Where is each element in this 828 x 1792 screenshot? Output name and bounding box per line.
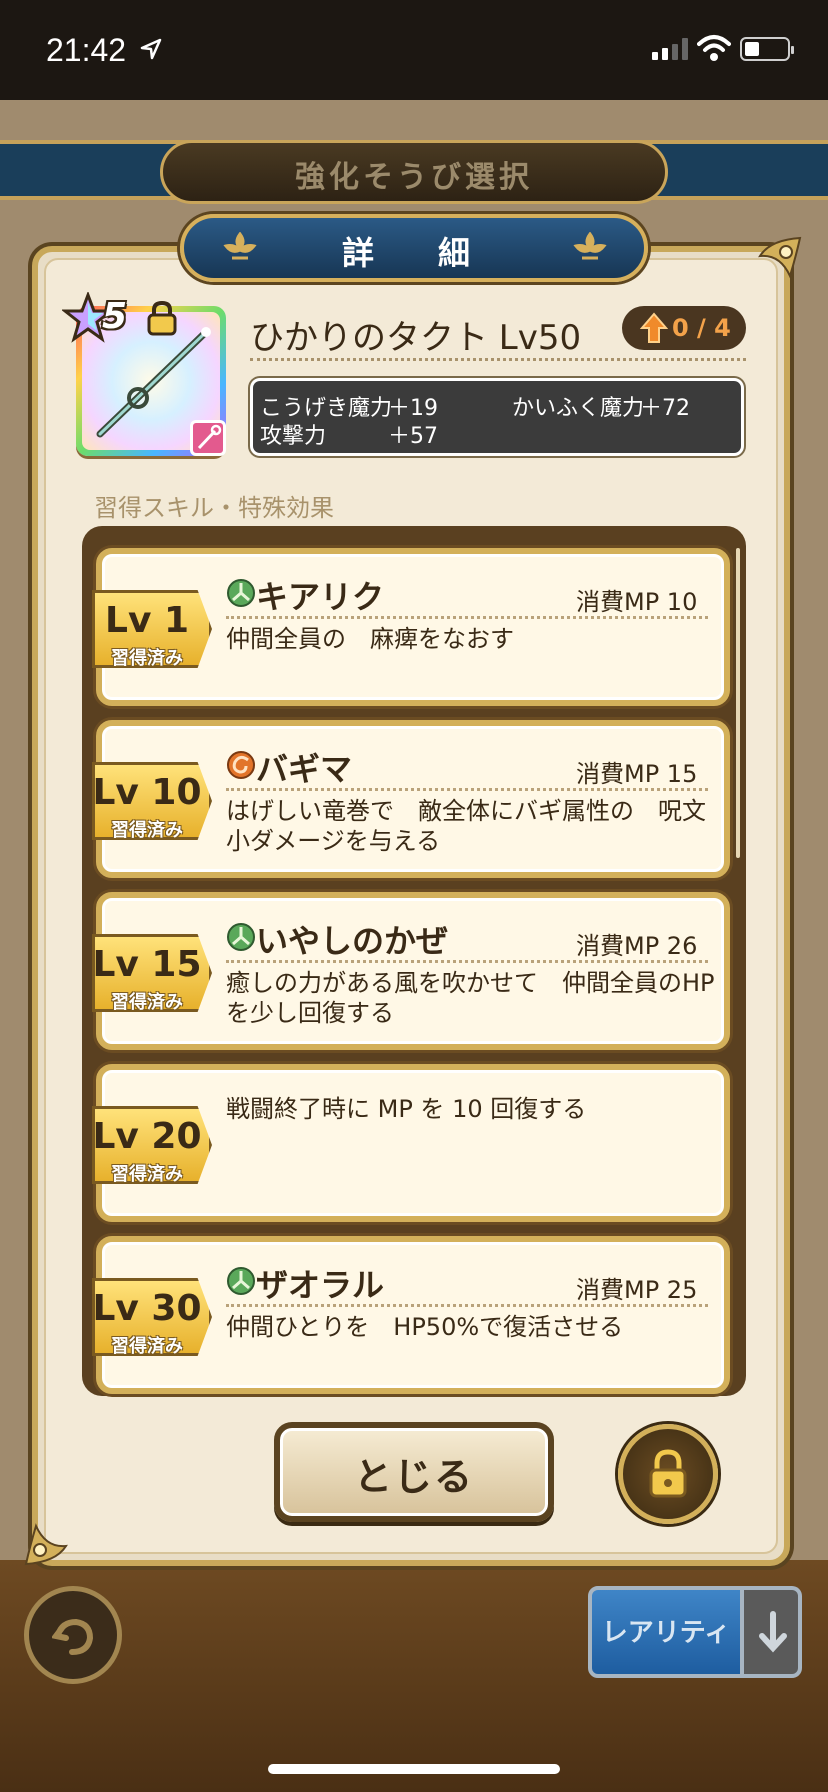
- divider: [226, 960, 708, 963]
- skill-description: 戦闘終了時に MP を 10 回復する: [226, 1095, 587, 1123]
- green-heal-icon: [227, 923, 255, 951]
- skill-level: Lv 20: [92, 1116, 202, 1157]
- section-label: 習得スキル・特殊効果: [94, 494, 334, 522]
- divider: [226, 616, 708, 619]
- skill-description: はげしい竜巻で 敵全体にバギ属性の 呪文小ダメージを与える: [226, 797, 706, 855]
- learned-label: 習得済み: [111, 1164, 183, 1185]
- skill-mp-cost: 消費MP 26: [576, 932, 698, 960]
- padlock-icon: [147, 300, 177, 336]
- green-heal-icon: [227, 1267, 255, 1295]
- staff-type-icon: [197, 424, 222, 450]
- divider: [250, 358, 746, 361]
- stat-label: かいふく魔力: [512, 396, 645, 421]
- dialog-title: 詳 細: [341, 234, 486, 272]
- learned-label: 習得済み: [111, 992, 183, 1013]
- skill-level: Lv 15: [92, 944, 202, 985]
- weapon-type-badge: [190, 420, 226, 456]
- learned-label: 習得済み: [111, 648, 183, 669]
- skill-name: キアリク: [256, 578, 385, 616]
- background-title: 強化そうび選択: [295, 160, 533, 195]
- learned-label: 習得済み: [111, 1336, 183, 1357]
- battery-icon: [740, 37, 794, 61]
- skill-name: ザオラル: [256, 1266, 385, 1304]
- stat-value: ＋72: [640, 396, 690, 421]
- corner-ornament-icon: [24, 1523, 68, 1566]
- stat-value: ＋57: [388, 424, 438, 449]
- skill-description: 仲間ひとりを HP50%で復活させる: [226, 1313, 624, 1341]
- return-arrow-icon: [52, 1618, 94, 1655]
- learned-label: 習得済み: [111, 820, 183, 841]
- cellular-signal-icon: [652, 38, 688, 60]
- green-heal-icon: [227, 579, 255, 607]
- rarity-sort-label: レアリティ: [601, 1618, 731, 1648]
- wind-spell-icon: [227, 751, 255, 779]
- status-time: 21:42: [46, 32, 127, 68]
- skill-level: Lv 1: [105, 600, 189, 641]
- divider: [226, 1304, 708, 1307]
- skill-mp-cost: 消費MP 15: [576, 760, 698, 788]
- location-arrow-icon: [140, 38, 162, 60]
- skill-mp-cost: 消費MP 10: [576, 588, 698, 616]
- skill-name: バギマ: [256, 750, 353, 788]
- skill-description: 癒しの力がある風を吹かせて 仲間全員のHPを少し回復する: [226, 969, 715, 1027]
- item-name: ひかりのタクト Lv50: [250, 318, 582, 358]
- corner-ornament-icon: [758, 236, 802, 279]
- padlock-icon: [649, 1449, 687, 1498]
- divider: [226, 788, 708, 791]
- skill-level: Lv 30: [92, 1288, 202, 1329]
- skill-level: Lv 10: [92, 772, 202, 813]
- skill-description: 仲間全員の 麻痺をなおす: [226, 625, 514, 653]
- scrollbar[interactable]: [736, 548, 740, 858]
- arrow-down-icon: [759, 1611, 787, 1653]
- wifi-icon: [697, 35, 731, 61]
- rarity-star-count: 5: [102, 296, 128, 337]
- skill-name: いやしのかぜ: [256, 922, 449, 960]
- close-button-label: とじる: [353, 1455, 474, 1499]
- stat-label: 攻撃力: [260, 424, 327, 449]
- upgrade-count: 0 / 4: [672, 314, 731, 342]
- upgrade-arrow-icon: [640, 312, 668, 343]
- home-indicator[interactable]: [268, 1764, 560, 1774]
- skill-mp-cost: 消費MP 25: [576, 1276, 698, 1304]
